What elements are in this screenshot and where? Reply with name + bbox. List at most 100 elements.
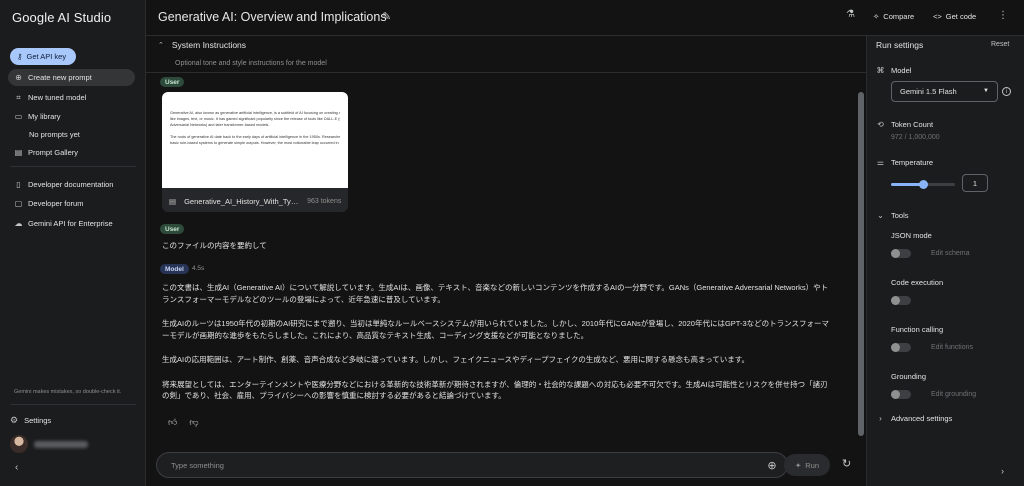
lab-icon[interactable]: ⚗ (846, 9, 855, 20)
sidebar-item-label: No prompts yet (29, 130, 80, 139)
sparkle-icon: ✦ (794, 460, 802, 470)
temperature-input[interactable]: 1 (962, 174, 988, 192)
add-media-icon[interactable]: ⊕ (764, 457, 780, 473)
code-execution-toggle[interactable] (891, 296, 911, 305)
get-code-button[interactable]: <> Get code (933, 12, 976, 21)
page-title: Generative AI: Overview and Implications (158, 10, 387, 24)
rerun-icon[interactable]: ↻ (842, 457, 851, 470)
token-icon: ⟲ (877, 120, 884, 129)
get-code-label: Get code (945, 12, 977, 21)
folder-icon: ▭ (14, 112, 23, 121)
token-section-header: ⟲ Token Count (876, 120, 933, 129)
sidebar-item-my-library[interactable]: ▭ My library (8, 108, 135, 125)
sidebar-divider (10, 166, 136, 167)
info-icon[interactable]: i (1002, 87, 1011, 96)
tool-function-calling-label: Function calling (891, 325, 944, 334)
tool-grounding-label: Grounding (891, 372, 927, 381)
json-mode-toggle[interactable] (891, 249, 911, 258)
attachment-token-count: 963 tokens (307, 197, 342, 205)
document-icon: ▯ (16, 180, 21, 189)
document-preview: Generative AI, also known as generative … (162, 92, 348, 188)
settings-button[interactable]: ⚙ Settings (10, 415, 51, 426)
temperature-section-header: ⚌ Temperature (876, 158, 933, 167)
get-api-key-button[interactable]: ⚷ Get API key (10, 48, 76, 65)
compare-button[interactable]: ✧ Compare (873, 12, 914, 21)
thumbs-down-icon[interactable]: 👎︎ (189, 417, 198, 428)
sidebar-item-label: New tuned model (28, 93, 87, 102)
gear-icon: ⚙ (10, 415, 19, 425)
sidebar-item-prompt-gallery[interactable]: ▤ Prompt Gallery (8, 144, 135, 161)
tools-label: Tools (891, 211, 909, 220)
settings-label: Settings (24, 416, 52, 425)
sidebar-link-developer-documentation[interactable]: ▯ Developer documentation (8, 176, 135, 193)
sidebar-item-label: Create new prompt (28, 73, 92, 82)
response-latency: 4.5s (192, 265, 205, 272)
disclaimer-text: Gemini makes mistakes, so double-check i… (14, 389, 122, 395)
grounding-toggle[interactable] (891, 390, 911, 399)
response-paragraph: この文書は、生成AI（Generative AI）について解説しています。生成A… (162, 283, 829, 304)
response-paragraph: 生成AIの応用範囲は、アート制作、創薬、音声合成など多岐に渡っています。しかし、… (162, 355, 750, 364)
model-select-value: Gemini 1.5 Flash (900, 87, 957, 96)
user-role-chip: User (160, 77, 185, 87)
model-select[interactable]: Gemini 1.5 Flash ▼ (891, 81, 998, 102)
run-settings-title: Run settings (876, 40, 924, 50)
temperature-icon: ⚌ (876, 158, 885, 167)
feedback-buttons: 👍︎ 👎︎ (168, 417, 199, 428)
reset-button[interactable]: Reset (991, 41, 1009, 48)
edit-functions-link[interactable]: Edit functions (931, 344, 973, 351)
sidebar-item-label: My library (28, 112, 61, 121)
temperature-slider[interactable] (891, 180, 955, 189)
system-instructions-title: System Instructions (171, 40, 247, 50)
get-api-key-label: Get API key (26, 52, 67, 61)
run-button[interactable]: ✦ Run (784, 454, 830, 476)
sidebar-link-label: Developer documentation (28, 180, 114, 189)
collapse-sidebar-icon[interactable]: ‹ (15, 462, 18, 473)
preview-line: basic rule-based systems to generate sim… (170, 141, 339, 145)
file-attachment-card[interactable]: Generative AI, also known as generative … (162, 92, 348, 212)
chat-panel: ⌃ System Instructions Optional tone and … (146, 36, 866, 486)
avatar[interactable] (10, 435, 28, 453)
chevron-up-icon: ⌃ (158, 42, 164, 49)
prompt-input[interactable]: Type something ⊕ (156, 452, 788, 478)
system-instructions-input[interactable]: Optional tone and style instructions for… (175, 60, 327, 67)
token-count-value: 972 / 1,000,000 (891, 134, 940, 141)
attachment-filename: Generative_AI_History_With_Typ... (184, 196, 300, 206)
advanced-settings-toggle[interactable]: › Advanced settings (876, 414, 952, 423)
edit-grounding-link[interactable]: Edit grounding (931, 391, 976, 398)
token-count-label: Token Count (891, 120, 934, 129)
sidebar-link-label: Developer forum (28, 199, 84, 208)
thumbs-up-icon[interactable]: 👍︎ (168, 417, 177, 428)
left-sidebar: Google AI Studio ⚷ Get API key ⊕ Create … (0, 0, 146, 486)
chat-scrollbar[interactable] (858, 92, 864, 436)
cloud-icon: ☁ (14, 219, 23, 228)
sidebar-link-gemini-enterprise[interactable]: ☁ Gemini API for Enterprise (8, 215, 135, 232)
attachment-footer: ▤ Generative_AI_History_With_Typ... 963 … (162, 190, 348, 212)
model-response: この文書は、生成AI（Generative AI）について解説しています。生成A… (162, 282, 834, 415)
chevron-down-icon: ⌄ (877, 211, 884, 220)
prompt-placeholder: Type something (171, 461, 224, 470)
tools-section-toggle[interactable]: ⌄ Tools (876, 211, 909, 220)
sidebar-link-developer-forum[interactable]: ▢ Developer forum (8, 195, 135, 212)
sidebar-item-new-tuned-model[interactable]: ⌗ New tuned model (8, 89, 135, 106)
sidebar-item-label: Prompt Gallery (28, 148, 79, 157)
system-instructions-toggle[interactable]: ⌃ System Instructions (158, 40, 246, 50)
user-message: このファイルの内容を要約して (162, 241, 267, 250)
sidebar-link-label: Gemini API for Enterprise (28, 219, 113, 228)
temperature-label: Temperature (891, 158, 934, 167)
no-prompts-text: No prompts yet (8, 126, 135, 143)
app-logo[interactable]: Google AI Studio (12, 10, 111, 25)
run-label: Run (805, 460, 820, 470)
tool-code-execution-label: Code execution (891, 278, 944, 287)
tune-icon: ⌗ (16, 92, 21, 102)
edit-schema-link[interactable]: Edit schema (931, 250, 970, 257)
compare-label: Compare (883, 12, 915, 21)
sidebar-item-create-prompt[interactable]: ⊕ Create new prompt (8, 69, 135, 86)
response-paragraph: 将来展望としては、エンターテインメントや医療分野などにおける革新的な技術革新が期… (162, 379, 828, 401)
model-section-header: ⌘ Model (876, 66, 912, 75)
expand-panel-icon[interactable]: › (1001, 466, 1004, 476)
forum-icon: ▢ (14, 199, 23, 208)
more-options-icon[interactable]: ⋮ (998, 10, 1008, 21)
temperature-slider-thumb[interactable] (919, 180, 928, 189)
function-calling-toggle[interactable] (891, 343, 911, 352)
edit-title-icon[interactable]: ✎ (382, 10, 391, 23)
